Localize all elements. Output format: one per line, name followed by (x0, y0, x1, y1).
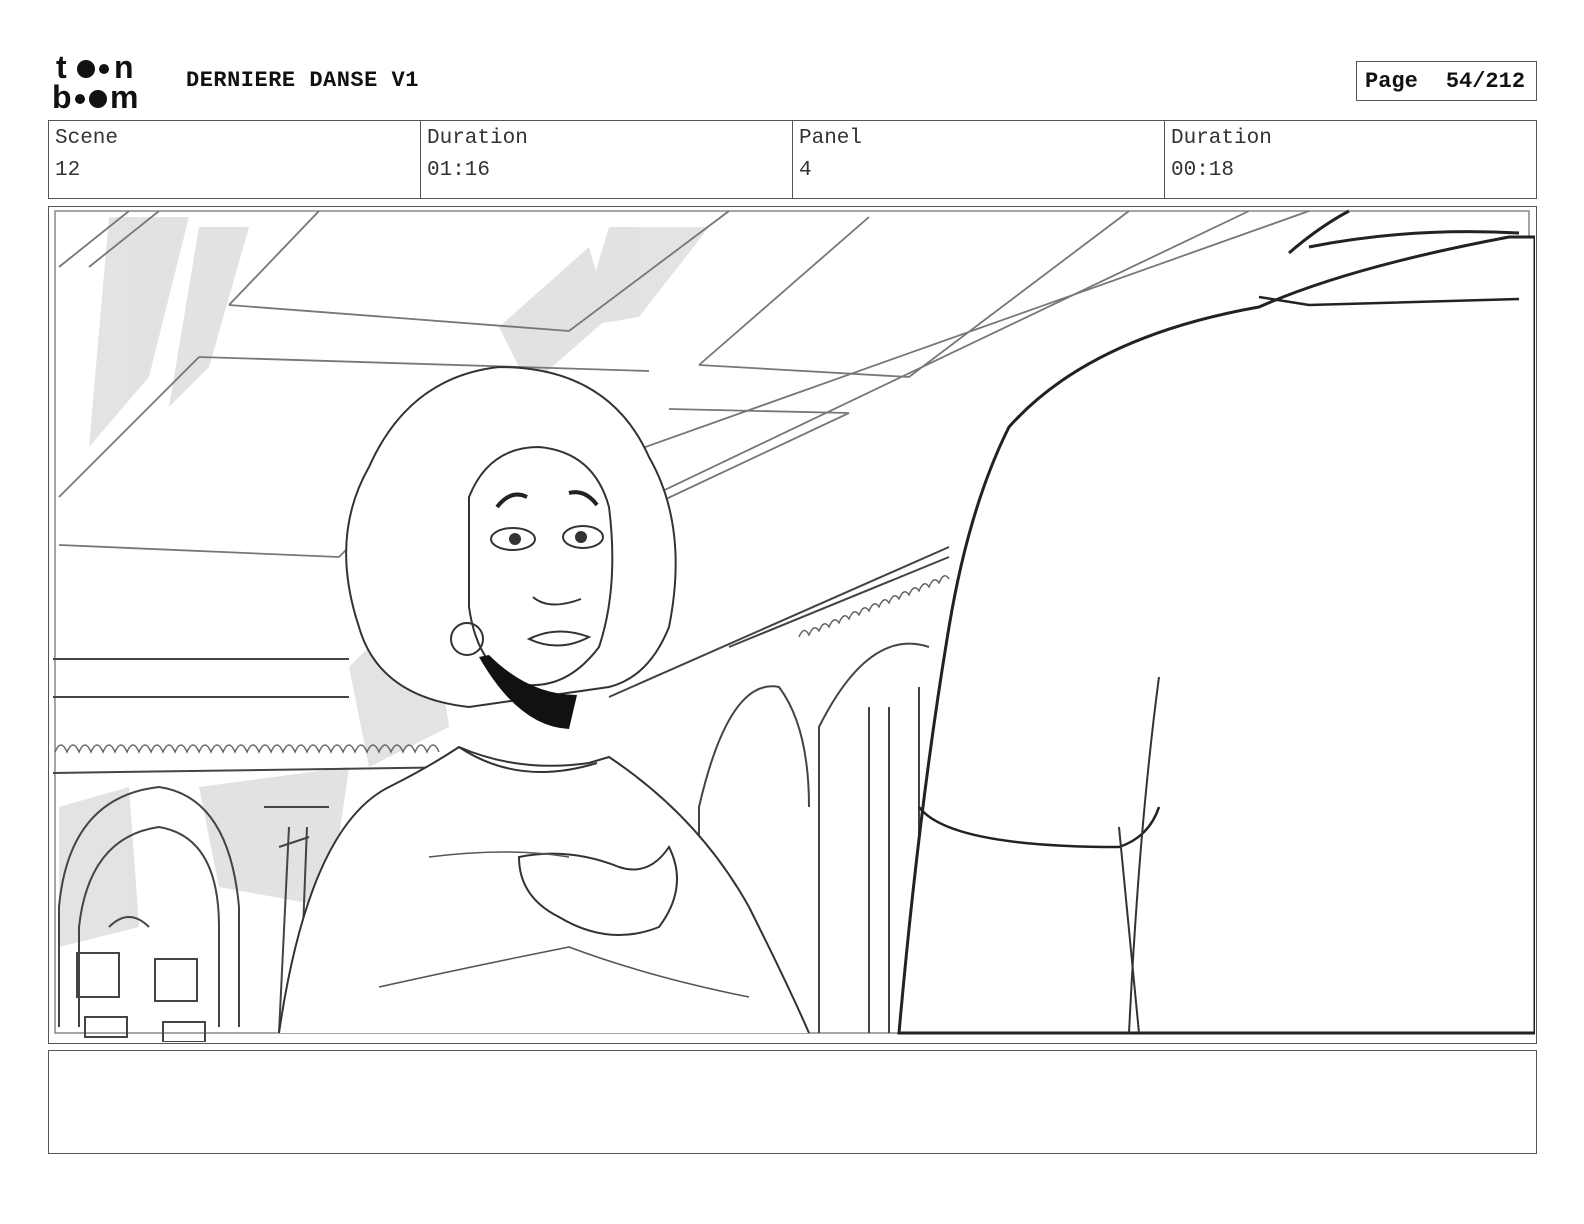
page-indicator: Page 54/212 (1356, 61, 1537, 101)
panel-duration-cell: Duration 00:18 (1165, 121, 1536, 198)
storyboard-panel (48, 206, 1537, 1044)
page-number: 54/212 (1445, 68, 1526, 94)
scene-label: Scene (55, 127, 119, 150)
scene-value: 12 (55, 159, 81, 182)
panel-notes-area (48, 1050, 1537, 1154)
panel-value: 4 (799, 159, 812, 182)
panel-label: Panel (799, 127, 863, 150)
toon-boom-logo: t n b m (52, 50, 164, 112)
panel-sketch (49, 207, 1535, 1042)
scene-duration-label: Duration (427, 127, 528, 150)
scene-duration-value: 01:16 (427, 159, 491, 182)
panel-duration-label: Duration (1171, 127, 1272, 150)
project-title: DERNIERE DANSE V1 (186, 68, 419, 93)
svg-text:b: b (52, 79, 72, 112)
panel-cell: Panel 4 (793, 121, 1165, 198)
scene-duration-cell: Duration 01:16 (421, 121, 793, 198)
panel-duration-value: 00:18 (1171, 159, 1235, 182)
page-label: Page (1365, 68, 1418, 94)
scene-info-table: Scene 12 Duration 01:16 Panel 4 Duration… (48, 120, 1537, 199)
scene-cell: Scene 12 (49, 121, 421, 198)
svg-text:m: m (110, 79, 138, 112)
